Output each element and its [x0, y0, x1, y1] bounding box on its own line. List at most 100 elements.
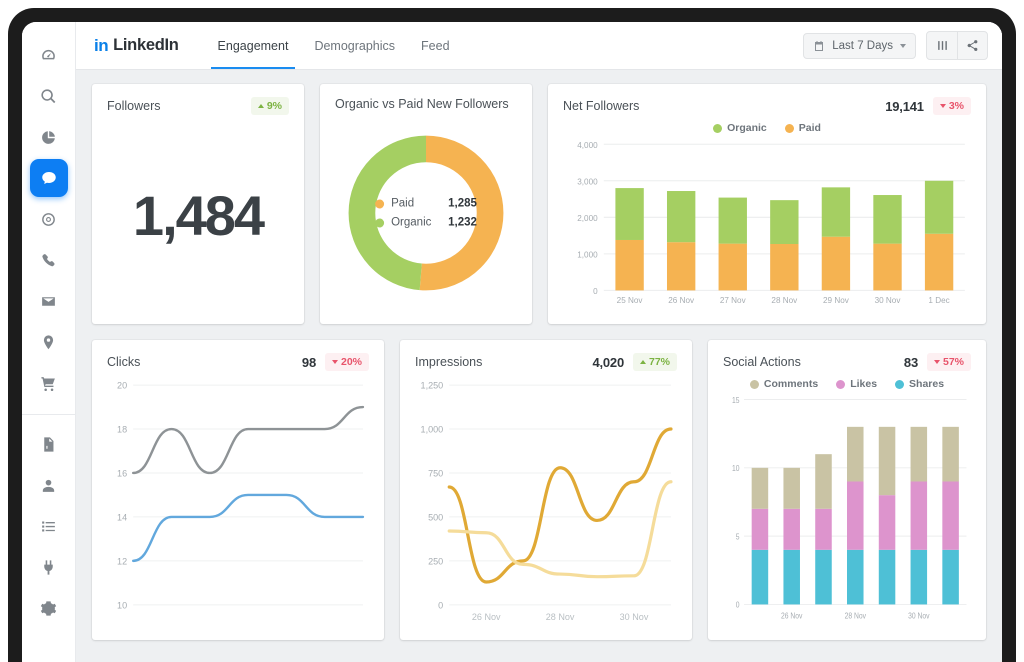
brand-logo: in LinkedIn: [94, 36, 179, 56]
legend-label: Paid: [798, 122, 821, 134]
y-axis-tick-label: 250: [428, 556, 443, 566]
line-series: [131, 405, 365, 475]
page-title: Clicks: [107, 355, 141, 369]
sidebar-item-mail[interactable]: [30, 282, 68, 320]
paid-color-dot-icon: [375, 199, 385, 208]
x-axis-tick-label: 29 Nov: [823, 296, 850, 305]
sidebar-item-search[interactable]: [30, 77, 68, 115]
sidebar-item-messages[interactable]: [29, 159, 68, 197]
legend-label: Organic: [727, 122, 767, 134]
chevron-down-icon: [900, 43, 906, 48]
legend-label: Comments: [763, 378, 819, 390]
y-axis-tick-label: 16: [117, 469, 127, 479]
card-header-right: 4,020 77%: [592, 353, 677, 371]
share-icon: [967, 40, 978, 51]
card-header-right: 9%: [250, 97, 289, 115]
card-organic-vs-paid: Organic vs Paid New Followers Paid 1,285…: [320, 84, 532, 324]
target-icon: [42, 212, 55, 226]
tab-feed[interactable]: Feed: [408, 22, 463, 69]
sidebar-item-calls[interactable]: [30, 241, 68, 279]
date-range-label: Last 7 Days: [832, 39, 893, 52]
sidebar-item-locations[interactable]: [30, 323, 68, 361]
y-axis-tick-label: 750: [428, 469, 443, 479]
y-axis-tick-label: 3,000: [577, 177, 598, 186]
linkedin-logo-icon: in: [94, 35, 109, 55]
y-axis-tick-label: 1,000: [577, 250, 598, 259]
dashboard-row-bottom: Clicks 98 20% 10 12 14 16 18 20 Impressi…: [92, 340, 986, 640]
line-series: [447, 427, 673, 584]
chart-view-button[interactable]: [927, 32, 957, 59]
sidebar-item-reports[interactable]: [30, 425, 68, 463]
tab-engagement[interactable]: Engagement: [205, 22, 302, 69]
sidebar-item-dashboard[interactable]: [30, 36, 68, 74]
y-axis-tick-label: 1,250: [421, 381, 444, 391]
x-axis-tick-label: 28 Nov: [845, 611, 867, 621]
bar-segment: [783, 549, 800, 605]
legend-item-shares: Shares: [895, 378, 944, 390]
bar-segment: [942, 549, 959, 605]
share-button[interactable]: [957, 32, 987, 59]
chart-legend: Organic Paid: [563, 119, 971, 136]
shares-color-dot-icon: [895, 379, 905, 389]
page-title: Impressions: [415, 355, 483, 369]
badge-label: 57%: [942, 356, 964, 368]
bar-segment: [873, 195, 902, 244]
card-followers: Followers 9% 1,484: [92, 84, 304, 324]
card-clicks: Clicks 98 20% 10 12 14 16 18 20: [92, 340, 384, 640]
device-frame: in LinkedIn Engagement Demographics Feed…: [8, 8, 1016, 662]
dashboard-content: Followers 9% 1,484 Organic vs Paid New F…: [76, 70, 1002, 662]
bar-segment: [751, 508, 769, 550]
x-axis-tick-label: 28 Nov: [771, 296, 798, 305]
y-axis-tick-label: 1,000: [421, 425, 444, 435]
bar-segment: [847, 481, 864, 550]
card-header: Social Actions 83 57%: [723, 353, 971, 371]
bar-segment: [910, 426, 928, 482]
x-axis-tick-label: 26 Nov: [472, 612, 501, 622]
sidebar-item-integrations[interactable]: [30, 548, 68, 586]
clicks-chart: 10 12 14 16 18 20: [107, 375, 369, 627]
badge-label: 77%: [648, 356, 670, 368]
chart-legend: Comments Likes Shares: [723, 375, 971, 392]
date-range-picker[interactable]: Last 7 Days: [803, 32, 916, 59]
x-axis-tick-label: 1 Dec: [928, 296, 949, 305]
social-actions-value: 83: [903, 354, 918, 370]
card-header: Clicks 98 20%: [107, 353, 369, 371]
bar-segment: [821, 236, 851, 291]
card-header: Net Followers 19,141 3%: [563, 97, 971, 115]
dashboard-row-top: Followers 9% 1,484 Organic vs Paid New F…: [92, 84, 986, 324]
person-icon: [42, 479, 55, 492]
search-icon: [41, 88, 56, 103]
left-sidebar: [22, 22, 76, 662]
status-badge: 20%: [324, 353, 369, 371]
card-header-right: 19,141 3%: [885, 97, 971, 115]
badge-label: 9%: [266, 100, 282, 112]
status-badge: 77%: [632, 353, 677, 371]
sidebar-item-commerce[interactable]: [30, 364, 68, 402]
clicks-value: 98: [301, 354, 316, 370]
sidebar-item-users[interactable]: [30, 466, 68, 504]
app-window: in LinkedIn Engagement Demographics Feed…: [22, 22, 1002, 662]
tab-demographics[interactable]: Demographics: [301, 22, 408, 69]
status-badge: 57%: [926, 353, 971, 371]
sidebar-item-lists[interactable]: [30, 507, 68, 545]
bar-segment: [718, 243, 747, 291]
brand-name: LinkedIn: [113, 36, 179, 54]
sidebar-item-analytics[interactable]: [30, 118, 68, 156]
y-axis-tick-label: 12: [117, 556, 127, 566]
card-header-right: 83 57%: [904, 353, 971, 371]
y-axis-tick-label: 15: [732, 395, 740, 405]
legend-item-comments: Comments: [749, 378, 819, 390]
phone-icon: [42, 253, 55, 266]
gear-icon: [40, 600, 57, 616]
sidebar-item-engagement[interactable]: [30, 200, 68, 238]
sidebar-item-settings[interactable]: [30, 589, 68, 627]
chat-bubble-icon: [41, 172, 56, 184]
bar-segment: [770, 244, 799, 291]
plug-icon: [44, 559, 53, 575]
x-axis-tick-label: 26 Nov: [668, 296, 695, 305]
top-bar-actions: Last 7 Days: [803, 31, 988, 60]
x-axis-tick-label: 30 Nov: [620, 612, 649, 622]
x-axis-tick-label: 27 Nov: [720, 296, 747, 305]
bar-segment: [924, 180, 954, 234]
map-pin-icon: [43, 334, 54, 349]
